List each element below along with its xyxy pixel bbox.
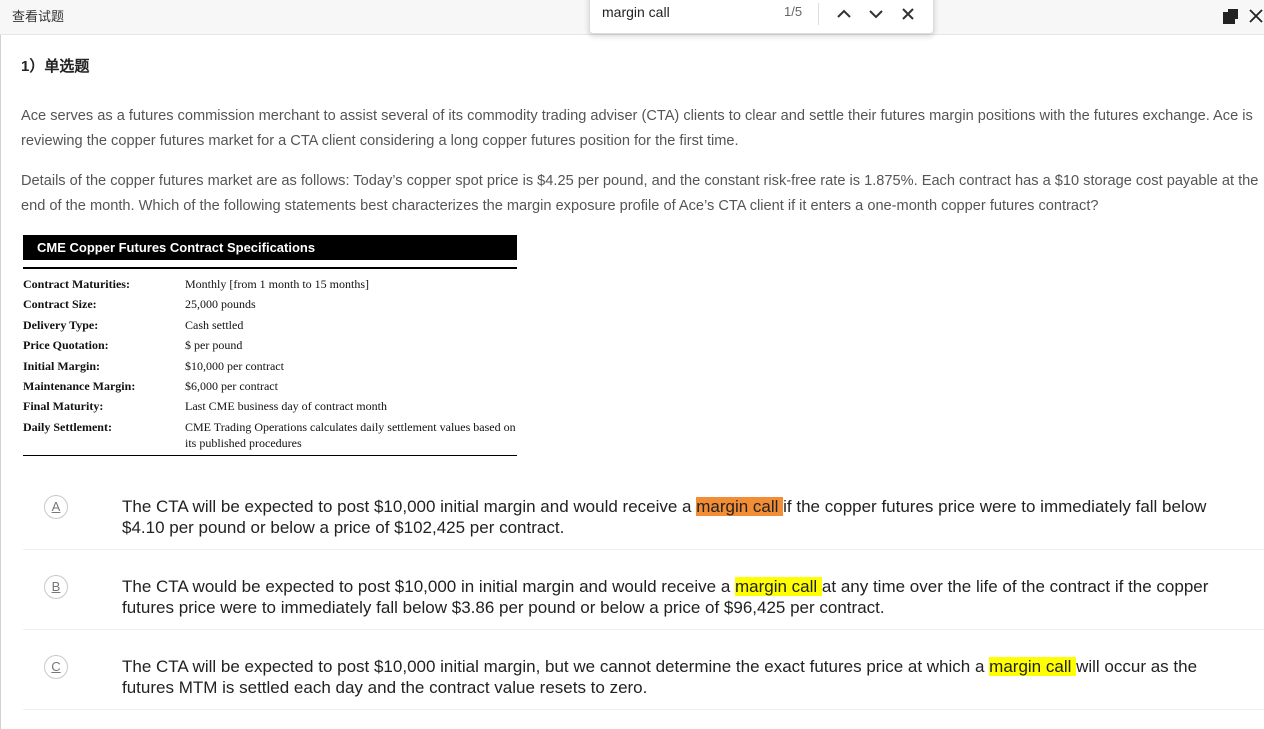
spec-value: $6,000 per contract bbox=[185, 378, 278, 393]
answer-option-c[interactable]: C The CTA will be expected to post $10,0… bbox=[23, 651, 1264, 710]
spec-value: $ per pound bbox=[185, 338, 243, 353]
option-text-before: The CTA would be expected to post $10,00… bbox=[122, 577, 735, 596]
spec-value: Cash settled bbox=[185, 317, 244, 332]
spec-row: Contract Maturities: Monthly [from 1 mon… bbox=[23, 276, 517, 292]
option-letter-b[interactable]: B bbox=[44, 575, 68, 599]
spec-value: Monthly [from 1 month to 15 months] bbox=[185, 277, 369, 291]
spec-row: Final Maturity: Last CME business day of… bbox=[23, 398, 517, 414]
chevron-up-icon[interactable] bbox=[833, 3, 855, 25]
spec-value: CME Trading Operations calculates daily … bbox=[185, 419, 516, 450]
spec-row: Maintenance Margin: $6,000 per contract bbox=[23, 378, 517, 394]
option-text-before: The CTA will be expected to post $10,000… bbox=[122, 657, 990, 676]
option-letter-c[interactable]: C bbox=[44, 655, 68, 679]
spec-row: Daily Settlement: CME Trading Operations… bbox=[23, 419, 517, 451]
spec-value: Last CME business day of contract month bbox=[185, 399, 387, 414]
close-icon[interactable] bbox=[897, 3, 919, 25]
spec-row: Price Quotation: $ per pound bbox=[23, 337, 517, 353]
answer-option-a[interactable]: A The CTA will be expected to post $10,0… bbox=[23, 491, 1264, 550]
option-text-c: The CTA will be expected to post $10,000… bbox=[122, 656, 1252, 698]
spec-value: 25,000 pounds bbox=[185, 297, 256, 312]
close-window-icon[interactable] bbox=[1247, 7, 1264, 25]
spec-table-title: CME Copper Futures Contract Specificatio… bbox=[23, 235, 517, 260]
spec-label: Delivery Type: bbox=[23, 317, 99, 332]
chevron-down-icon[interactable] bbox=[865, 3, 887, 25]
find-match-count: 1/5 bbox=[784, 4, 803, 19]
spec-label: Final Maturity: bbox=[23, 399, 104, 414]
find-divider bbox=[818, 3, 819, 25]
search-highlight: margin call bbox=[735, 577, 822, 596]
spec-label: Daily Settlement: bbox=[23, 419, 112, 434]
question-heading: 1）单选题 bbox=[21, 58, 90, 75]
find-bar: 1/5 bbox=[589, 0, 934, 34]
spec-table-bottom-rule bbox=[23, 455, 517, 457]
find-input[interactable] bbox=[602, 1, 762, 23]
spec-table: CME Copper Futures Contract Specificatio… bbox=[23, 235, 517, 457]
spec-row: Contract Size: 25,000 pounds bbox=[23, 296, 517, 312]
spec-row: Delivery Type: Cash settled bbox=[23, 317, 517, 333]
spec-label: Initial Margin: bbox=[23, 358, 100, 373]
option-letter-a[interactable]: A bbox=[44, 495, 68, 519]
option-text-before: The CTA will be expected to post $10,000… bbox=[122, 497, 697, 516]
spec-label: Contract Maturities: bbox=[23, 277, 130, 291]
question-paragraph-2: Details of the copper futures market are… bbox=[21, 173, 1259, 214]
spec-label: Price Quotation: bbox=[23, 338, 109, 353]
restore-window-icon[interactable] bbox=[1223, 8, 1239, 24]
spec-value: $10,000 per contract bbox=[185, 358, 284, 373]
spec-label: Contract Size: bbox=[23, 297, 97, 312]
window-title: 查看试题 bbox=[12, 9, 65, 24]
answer-option-b[interactable]: B The CTA would be expected to post $10,… bbox=[23, 571, 1264, 630]
search-highlight-current: margin call bbox=[696, 497, 784, 516]
spec-row: Initial Margin: $10,000 per contract bbox=[23, 358, 517, 374]
option-text-a: The CTA will be expected to post $10,000… bbox=[122, 496, 1252, 538]
option-text-b: The CTA would be expected to post $10,00… bbox=[122, 576, 1252, 618]
search-highlight: margin call bbox=[989, 657, 1077, 676]
spec-label: Maintenance Margin: bbox=[23, 378, 136, 393]
content-left-border bbox=[0, 35, 1, 729]
question-paragraph-1: Ace serves as a futures commission merch… bbox=[21, 108, 1253, 149]
